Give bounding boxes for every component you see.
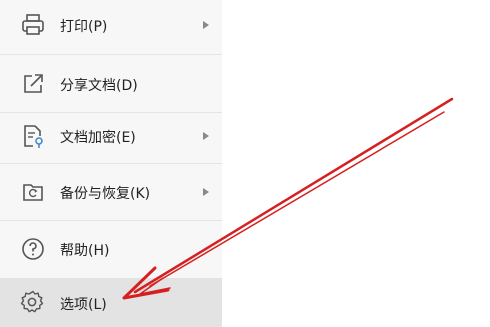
menu-item-label-share-document: 分享文档(D) (60, 78, 138, 94)
menu-item-label-document-encryption: 文档加密(E) (60, 130, 136, 146)
menu-item-document-encryption[interactable]: 文档加密(E) (0, 115, 222, 157)
menu-divider (0, 220, 222, 221)
share-icon (24, 74, 43, 93)
menu-divider (0, 163, 222, 164)
backup-restore-icon (23, 184, 43, 201)
menu-item-label-print: 打印(P) (60, 19, 108, 35)
menu-item-help[interactable]: 帮助(H) (0, 228, 222, 270)
help-icon (22, 238, 44, 260)
screenshot-stage: 打印(P) 分享文档(D) 文档加密(E) 备份与恢复(K) 帮助(H) 选项(… (0, 0, 490, 327)
printer-icon (22, 14, 44, 35)
submenu-arrow-icon (203, 21, 209, 29)
menu-item-options[interactable]: 选项(L) (0, 278, 222, 327)
menu-item-backup-restore[interactable]: 备份与恢复(K) (0, 171, 222, 213)
menu-item-label-help: 帮助(H) (60, 243, 110, 259)
menu-item-label-backup-restore: 备份与恢复(K) (60, 186, 151, 202)
menu-item-print[interactable]: 打印(P) (0, 4, 222, 46)
menu-item-label-options: 选项(L) (60, 297, 107, 313)
gear-icon (20, 290, 44, 313)
submenu-arrow-icon (203, 132, 209, 140)
menu-divider (0, 54, 222, 55)
file-menu: 打印(P) 分享文档(D) 文档加密(E) 备份与恢复(K) 帮助(H) 选项(… (0, 0, 222, 327)
submenu-arrow-icon (203, 188, 209, 196)
document-lock-icon (24, 125, 43, 148)
menu-item-share-document[interactable]: 分享文档(D) (0, 63, 222, 105)
menu-divider (0, 112, 222, 113)
